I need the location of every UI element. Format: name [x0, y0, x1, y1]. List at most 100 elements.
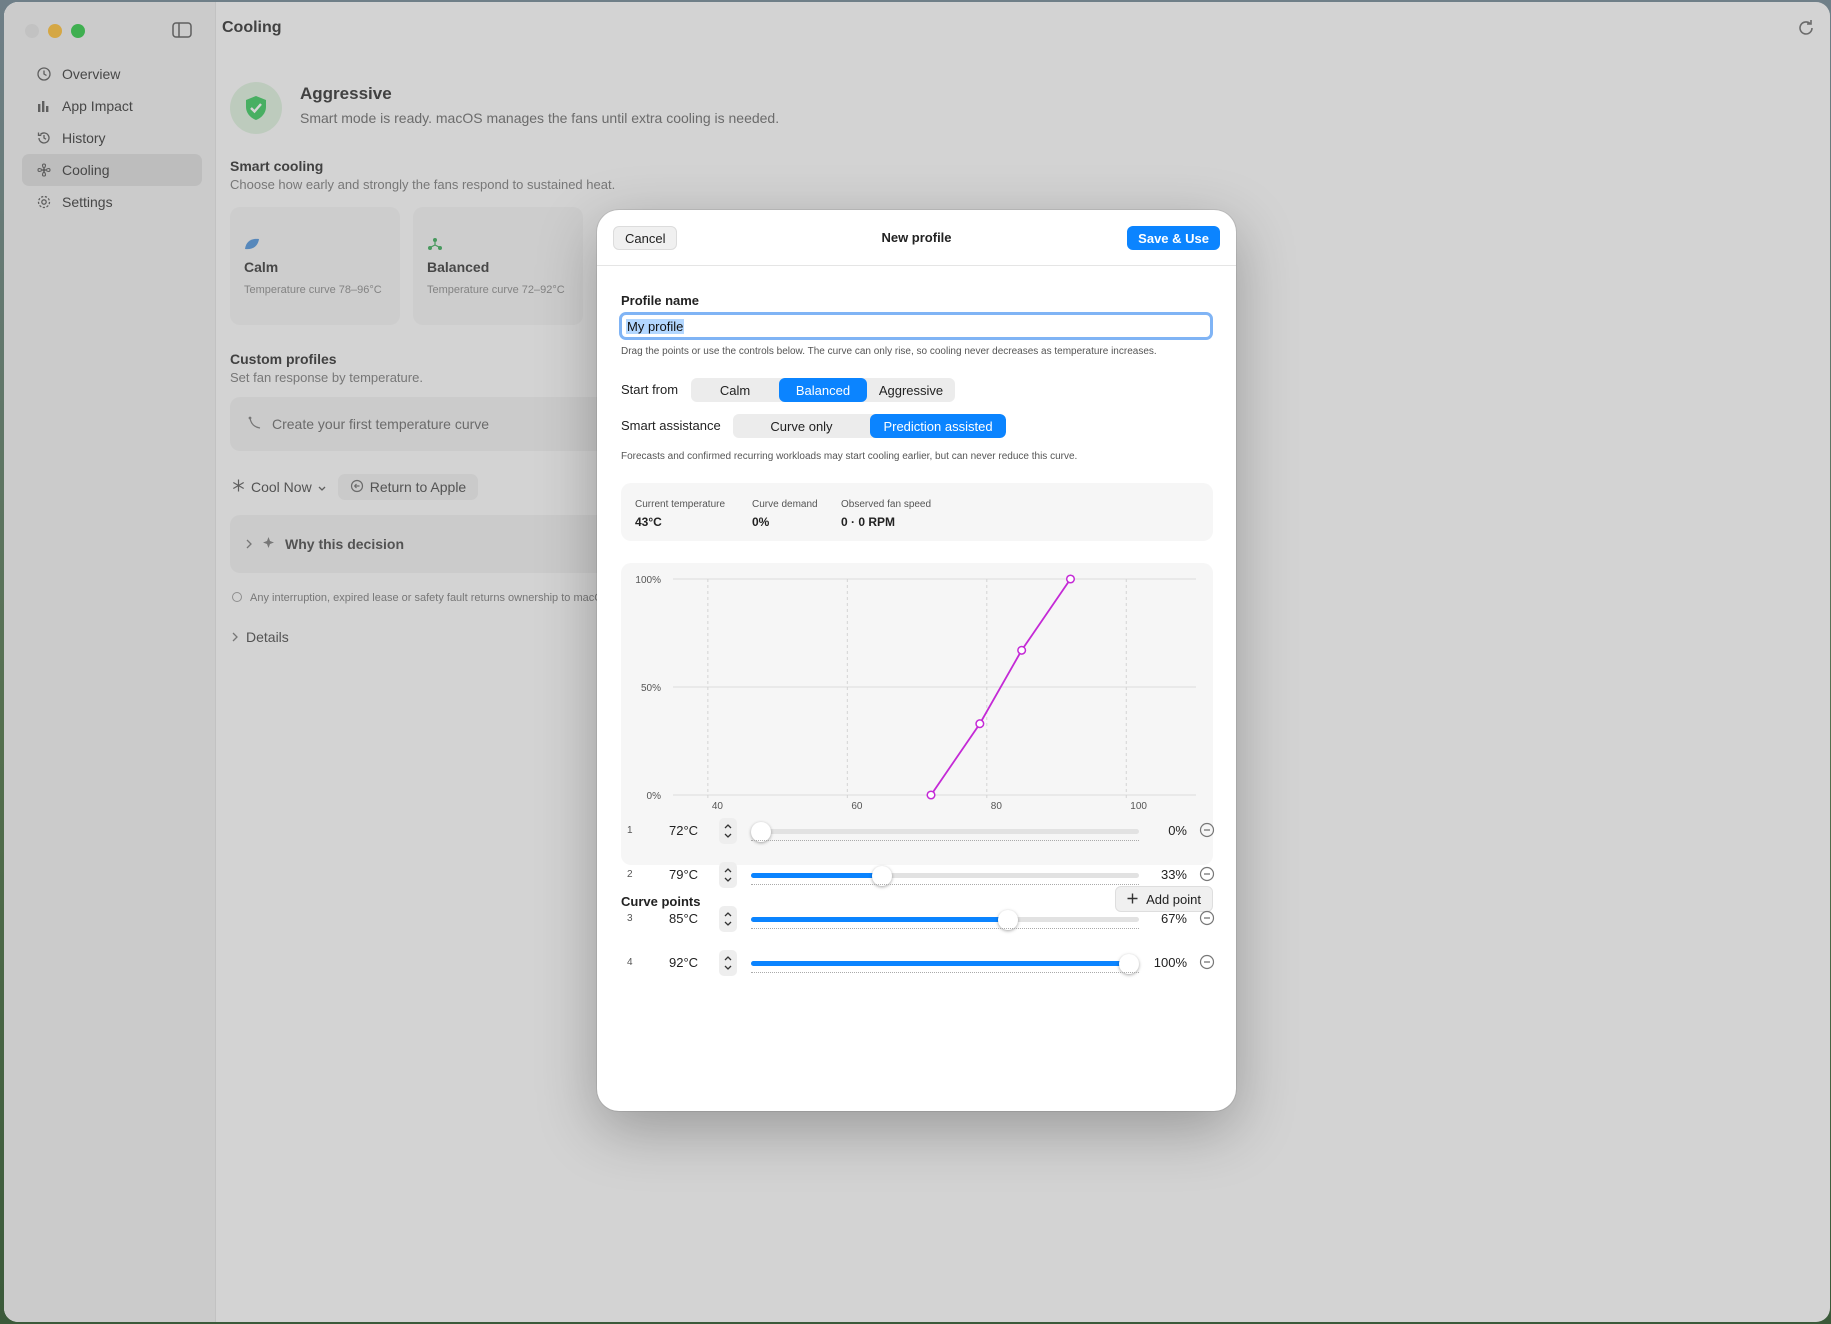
temperature-stepper[interactable]: [719, 862, 737, 888]
slider-fill: [751, 917, 1008, 922]
point-temperature: 85°C: [669, 911, 699, 926]
return-icon: [350, 479, 364, 496]
remove-point-icon[interactable]: [1199, 822, 1215, 838]
stat-observed-fan-speed: Observed fan speed 0 · 0 RPM: [841, 499, 932, 529]
save-and-use-button[interactable]: Save & Use: [1127, 226, 1220, 250]
remove-point-icon[interactable]: [1199, 866, 1215, 882]
curve-point[interactable]: [1065, 574, 1076, 584]
page-title: Cooling: [222, 19, 282, 36]
curve-point-row: 2 79°C 33%: [621, 860, 1215, 890]
slider-thumb[interactable]: [1119, 954, 1139, 974]
start-from-calm[interactable]: Calm: [691, 378, 779, 402]
chevron-right-icon: [232, 629, 238, 645]
gear-icon: [36, 194, 52, 210]
slider-ticks: [751, 972, 1139, 973]
stepper-arrows-icon: [724, 912, 732, 926]
mode-card-balanced[interactable]: Balanced Temperature curve 72–92°C: [413, 207, 583, 325]
point-temperature: 92°C: [669, 955, 699, 970]
smart-assistance-segmented-control: Curve only Prediction assisted: [733, 414, 1006, 438]
slider-fill: [751, 873, 883, 878]
slider-ticks: [751, 928, 1139, 929]
x-tick-label: 60: [851, 801, 863, 812]
cool-now-label: Cool Now: [251, 479, 312, 495]
fan-icon: [36, 162, 52, 178]
remove-point-icon[interactable]: [1199, 954, 1215, 970]
create-curve-button[interactable]: Create your first temperature curve: [230, 397, 630, 451]
slider-thumb[interactable]: [872, 866, 893, 886]
point-temperature: 79°C: [669, 867, 699, 882]
custom-profiles-subtitle: Set fan response by temperature.: [230, 370, 423, 385]
sidebar-item-label: Overview: [62, 66, 121, 82]
sparkle-icon: [262, 536, 275, 552]
fan-speed-slider[interactable]: [751, 822, 1139, 842]
return-to-apple-button[interactable]: Return to Apple: [337, 474, 479, 500]
sidebar-item-settings[interactable]: Settings: [22, 186, 202, 218]
curve-point[interactable]: [926, 790, 936, 800]
sidebar-item-label: History: [62, 130, 106, 146]
curve-point[interactable]: [1017, 645, 1027, 655]
mode-range: Temperature curve 72–92°C: [427, 284, 565, 296]
sidebar-nav: Overview App Impact History Cooling Sett…: [22, 58, 202, 218]
create-curve-label: Create your first temperature curve: [272, 416, 490, 432]
assist-note: Forecasts and confirmed recurring worklo…: [621, 451, 1078, 462]
sidebar-item-app-impact[interactable]: App Impact: [22, 90, 202, 122]
details-disclosure[interactable]: Details: [232, 629, 289, 645]
x-tick-label: 40: [712, 801, 724, 812]
sidebar-item-overview[interactable]: Overview: [22, 58, 202, 90]
custom-profiles-title: Custom profiles: [230, 351, 337, 367]
profile-name-label: Profile name: [621, 293, 700, 308]
point-fan-percent: 0%: [1168, 823, 1187, 838]
curve-icon: [248, 416, 262, 433]
assist-curve-only[interactable]: Curve only: [733, 414, 870, 438]
close-window-button[interactable]: [25, 24, 39, 38]
fan-speed-slider[interactable]: [751, 866, 1139, 886]
zoom-window-button[interactable]: [71, 24, 85, 38]
refresh-icon[interactable]: [1796, 18, 1818, 40]
snowflake-icon: [232, 479, 245, 495]
stepper-arrows-icon: [724, 824, 732, 838]
shield-check-icon: [230, 82, 282, 134]
sidebar-item-cooling[interactable]: Cooling: [22, 154, 202, 186]
point-index: 2: [627, 869, 633, 880]
fan-speed-slider[interactable]: [751, 954, 1139, 974]
temperature-stepper[interactable]: [719, 906, 737, 932]
point-index: 1: [627, 825, 633, 836]
start-from-balanced[interactable]: Balanced: [779, 378, 867, 402]
slider-ticks: [751, 840, 1139, 841]
bar-chart-icon: [36, 98, 52, 114]
balance-icon: [427, 237, 569, 253]
point-temperature: 72°C: [669, 823, 699, 838]
mode-card-calm[interactable]: Calm Temperature curve 78–96°C: [230, 207, 400, 325]
dialog-header: Cancel New profile Save & Use: [597, 210, 1236, 266]
temperature-stepper[interactable]: [719, 818, 737, 844]
minimize-window-button[interactable]: [48, 24, 62, 38]
start-from-label: Start from: [621, 382, 679, 397]
sidebar-item-history[interactable]: History: [22, 122, 202, 154]
slider-ticks: [751, 884, 1139, 885]
sidebar: Overview App Impact History Cooling Sett…: [4, 2, 216, 1322]
fan-speed-slider[interactable]: [751, 910, 1139, 930]
slider-thumb[interactable]: [751, 822, 771, 842]
why-decision-disclosure[interactable]: Why this decision: [230, 515, 630, 573]
temperature-stepper[interactable]: [719, 950, 737, 976]
curve-point[interactable]: [975, 719, 985, 729]
mode-name: Calm: [244, 259, 279, 275]
curve-hint-text: Drag the points or use the controls belo…: [621, 346, 1157, 357]
sidebar-item-label: Cooling: [62, 162, 110, 178]
status-text: Smart mode is ready. macOS manages the f…: [300, 110, 780, 126]
start-from-aggressive[interactable]: Aggressive: [867, 378, 955, 402]
return-to-apple-label: Return to Apple: [369, 479, 467, 495]
assist-prediction-assisted[interactable]: Prediction assisted: [870, 414, 1006, 438]
stepper-arrows-icon: [724, 956, 732, 970]
remove-point-icon[interactable]: [1199, 910, 1215, 926]
curve-point-row: 3 85°C 67%: [621, 904, 1215, 934]
new-profile-dialog: Cancel New profile Save & Use Profile na…: [597, 210, 1236, 1111]
slider-thumb[interactable]: [997, 910, 1018, 930]
clock-icon: [36, 66, 52, 82]
sidebar-toggle-icon[interactable]: [169, 19, 195, 41]
y-tick-label: 50%: [641, 683, 661, 694]
stepper-arrows-icon: [724, 868, 732, 882]
status-title: Aggressive: [300, 84, 392, 103]
profile-name-input[interactable]: My profile: [619, 312, 1213, 340]
cool-now-menu[interactable]: Cool Now: [232, 479, 326, 495]
